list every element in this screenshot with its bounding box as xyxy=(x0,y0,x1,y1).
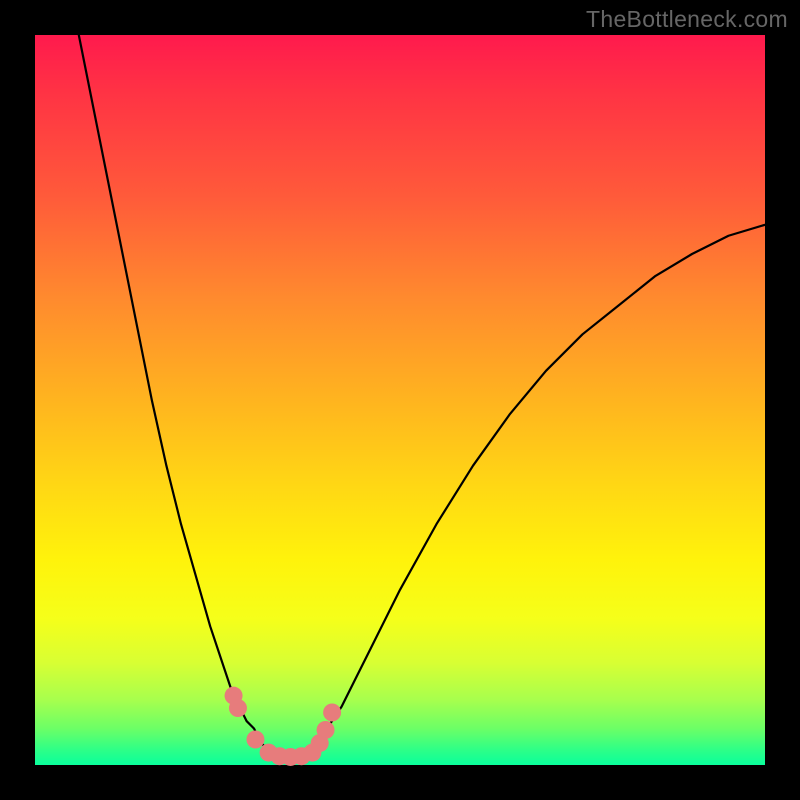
valley-markers xyxy=(225,687,342,766)
chart-frame: TheBottleneck.com xyxy=(0,0,800,800)
plot-area xyxy=(35,35,765,765)
curve-layer xyxy=(35,35,765,765)
bottleneck-curve xyxy=(79,35,765,758)
watermark-text: TheBottleneck.com xyxy=(586,6,788,33)
